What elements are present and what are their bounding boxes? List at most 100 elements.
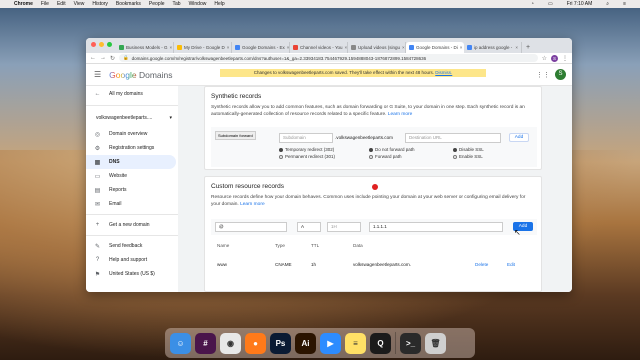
menu-window[interactable]: Window xyxy=(189,1,207,7)
browser-tab[interactable]: My Drive - Google D × xyxy=(174,42,232,53)
search-icon[interactable]: ⌕ xyxy=(606,1,609,7)
close-tab-icon[interactable]: × xyxy=(170,45,173,50)
synthetic-type-select[interactable]: Subdomain forward xyxy=(215,131,256,140)
destination-url-input[interactable]: Destination URL xyxy=(405,133,501,143)
row-edit-link[interactable]: Edit xyxy=(507,262,515,267)
sidebar-item-dns[interactable]: ▦ DNS xyxy=(86,155,176,169)
dock-slack-icon[interactable]: # xyxy=(195,332,216,354)
menu-list-icon[interactable]: ≡ xyxy=(623,1,626,7)
close-tab-icon[interactable]: × xyxy=(345,45,347,50)
menu-history[interactable]: History xyxy=(92,1,108,7)
new-tab-button[interactable]: + xyxy=(522,42,534,53)
menu-people[interactable]: People xyxy=(149,1,165,7)
country-selector[interactable]: ⚑ United States (US $) xyxy=(86,267,178,281)
dock-trash-icon[interactable]: 🗑 xyxy=(425,332,446,354)
dock-terminal-icon[interactable]: >_ xyxy=(400,332,421,354)
close-window-button[interactable] xyxy=(91,42,96,47)
dock-chrome-icon[interactable]: ◉ xyxy=(220,332,241,354)
radio-label: Enable SSL xyxy=(459,154,483,159)
record-ttl-input[interactable]: 1H xyxy=(327,222,361,232)
star-icon[interactable]: ☆ xyxy=(542,55,547,62)
synthetic-add-button[interactable]: Add xyxy=(509,133,529,142)
radio-disable-ssl[interactable]: Disable SSL xyxy=(453,147,484,152)
zoom-window-button[interactable] xyxy=(107,42,112,47)
hamburger-menu-icon[interactable]: ☰ xyxy=(94,70,101,79)
browser-tab[interactable]: Upload videos (singu × xyxy=(348,42,406,53)
dock-quicktime-icon[interactable]: Q xyxy=(370,332,391,354)
dock-notes-icon[interactable]: ≡ xyxy=(345,332,366,354)
browser-tab[interactable]: Google Domains - Ex × xyxy=(232,42,290,53)
more-vert-icon[interactable]: ⋮ xyxy=(562,55,568,62)
radio-permanent-redirect[interactable]: Permanent redirect (301) xyxy=(279,154,335,159)
close-tab-icon[interactable]: × xyxy=(227,45,230,50)
all-domains-link[interactable]: ← All my domains xyxy=(86,86,178,102)
dock-photoshop-icon[interactable]: Ps xyxy=(270,332,291,354)
browser-tab[interactable]: ip address google - × xyxy=(464,42,522,53)
menu-file[interactable]: File xyxy=(41,1,49,7)
dock-firefox-icon[interactable]: ● xyxy=(245,332,266,354)
back-arrow-icon: ← xyxy=(94,91,101,97)
radio-temporary-redirect[interactable]: Temporary redirect (302) xyxy=(279,147,334,152)
sidebar-item-domain-overview[interactable]: ◎ Domain overview xyxy=(86,127,178,141)
close-tab-icon[interactable]: × xyxy=(460,45,463,50)
menu-bookmarks[interactable]: Bookmarks xyxy=(116,1,141,7)
all-domains-label: All my domains xyxy=(109,91,143,97)
toast-dismiss-link[interactable]: Dismiss. xyxy=(435,70,452,75)
sidebar-item-label: Domain overview xyxy=(109,131,148,137)
tab-bar: Business Models - G × My Drive - Google D ×… xyxy=(86,38,572,53)
menu-help[interactable]: Help xyxy=(214,1,224,7)
minimize-window-button[interactable] xyxy=(99,42,104,47)
send-feedback-link[interactable]: ✎ Send feedback xyxy=(86,239,178,253)
back-arrow-icon[interactable]: ← xyxy=(90,55,96,61)
battery-icon[interactable]: ▭ xyxy=(548,1,553,7)
record-name-input[interactable]: @ xyxy=(215,222,287,232)
menu-view[interactable]: View xyxy=(74,1,85,7)
get-new-domain-label: Get a new domain xyxy=(109,222,150,228)
close-tab-icon[interactable]: × xyxy=(515,45,518,50)
custom-learn-more-link[interactable]: Learn more xyxy=(240,202,265,207)
saved-toast: Changes to volkswagenbeetleparts.com sav… xyxy=(220,69,486,77)
tab-label: Google Domains - Di xyxy=(416,45,458,50)
reload-icon[interactable]: ↻ xyxy=(110,55,115,62)
sidebar-item-registration-settings[interactable]: ⚙ Registration settings xyxy=(86,141,178,155)
sidebar-item-reports[interactable]: ▤ Reports xyxy=(86,183,178,197)
close-tab-icon[interactable]: × xyxy=(402,45,405,50)
wifi-icon[interactable]: ◔ xyxy=(531,1,534,7)
synthetic-records-desc: Synthetic records allow you to add commo… xyxy=(205,104,541,118)
account-avatar[interactable]: S xyxy=(555,69,566,80)
menu-tab[interactable]: Tab xyxy=(173,1,181,7)
dock-illustrator-icon[interactable]: Ai xyxy=(295,332,316,354)
forward-arrow-icon[interactable]: → xyxy=(100,55,106,61)
tab-label: Google Domains - Ex xyxy=(242,45,285,50)
sidebar-item-website[interactable]: ▭ Website xyxy=(86,169,178,183)
dock-zoom-icon[interactable]: ▶ xyxy=(320,332,341,354)
help-support-link[interactable]: ? Help and support xyxy=(86,253,178,267)
radio-no-forward-path[interactable]: Do not forward path xyxy=(369,147,415,152)
menu-chrome[interactable]: Chrome xyxy=(14,1,33,7)
browser-tab[interactable]: Business Models - G × xyxy=(116,42,174,53)
radio-enable-ssl[interactable]: Enable SSL xyxy=(453,154,483,159)
sidebar-item-email[interactable]: ✉ Email xyxy=(86,197,178,211)
browser-tab[interactable]: Channel videos - You × xyxy=(290,42,348,53)
synthetic-record-form: Subdomain forward Subdomain .volkswagenb… xyxy=(211,127,537,167)
menu-edit[interactable]: Edit xyxy=(57,1,66,7)
dock-separator xyxy=(395,332,396,354)
url-field[interactable]: 🔒 domains.google.com/m/registrar/volkswa… xyxy=(119,54,538,62)
record-type-select[interactable]: A xyxy=(297,222,321,232)
record-data-input[interactable]: 1.1.1.1 xyxy=(369,222,503,232)
radio-forward-path[interactable]: Forward path xyxy=(369,154,402,159)
browser-tab[interactable]: Google Domains - Di × xyxy=(406,42,464,53)
subdomain-input[interactable]: Subdomain xyxy=(279,133,333,143)
synthetic-learn-more-link[interactable]: Learn more xyxy=(388,112,413,117)
synthetic-records-title: Synthetic records xyxy=(211,93,262,100)
apps-grid-icon[interactable]: ⋮⋮ xyxy=(536,71,550,79)
profile-avatar[interactable]: S xyxy=(551,54,558,62)
get-new-domain-link[interactable]: + Get a new domain xyxy=(86,218,178,232)
clock[interactable]: Fri 7:10 AM xyxy=(567,1,593,7)
domain-selector[interactable]: volkswagenbeetleparts.... ▾ xyxy=(86,109,178,127)
row-delete-link[interactable]: Delete xyxy=(475,262,488,267)
overview-icon: ◎ xyxy=(94,131,101,138)
dock-finder-icon[interactable]: ☺ xyxy=(170,332,191,354)
custom-records-desc: Resource records define how your domain … xyxy=(205,194,541,208)
google-domains-logo[interactable]: Google Domains xyxy=(109,70,172,80)
